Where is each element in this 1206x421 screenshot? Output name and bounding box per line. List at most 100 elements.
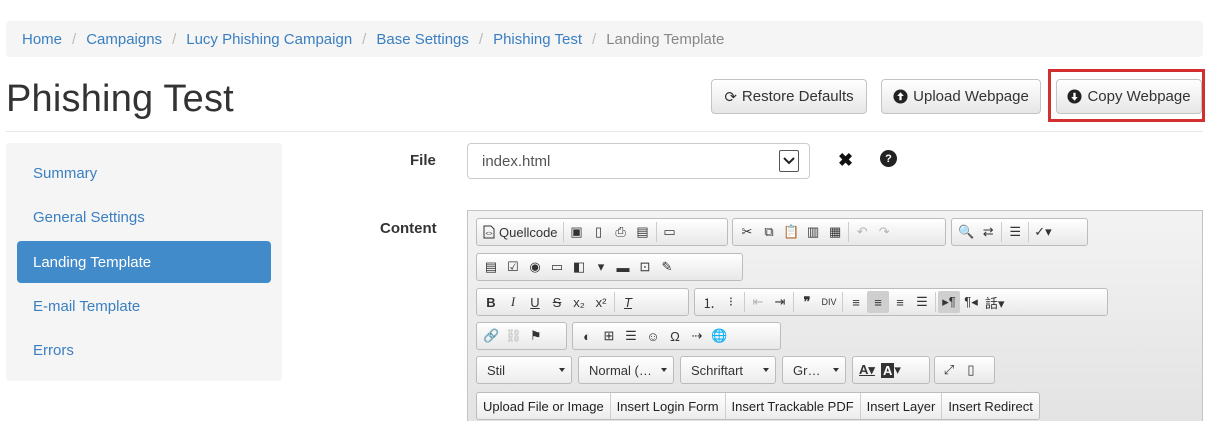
paste-text-icon[interactable]: ▥ [802,221,824,243]
show-blocks-icon[interactable]: ▯ [960,359,982,381]
upload-file-or-image-button[interactable]: Upload File or Image [477,393,611,419]
checkbox-icon[interactable]: ☑ [502,256,524,278]
toolbar-basic-styles-group: B I U S x₂ x² T [476,288,689,316]
form-icon[interactable]: ▤ [480,256,502,278]
restore-defaults-button[interactable]: ⟳ Restore Defaults [711,79,867,114]
link-icon[interactable]: 🔗 [480,325,502,347]
special-char-icon[interactable]: Ω [664,325,686,347]
paste-icon[interactable]: 📋 [780,221,802,243]
blockquote-icon[interactable]: ❞ [796,291,818,313]
radio-icon[interactable]: ◉ [524,256,546,278]
sidebar-item-email-template[interactable]: E-mail Template [17,285,271,327]
unlink-icon[interactable]: ⛓ [502,325,525,347]
size-dropdown-value: Gr… [793,362,821,378]
underline-icon[interactable]: U [524,291,546,313]
templates-icon[interactable]: ▭ [659,221,681,243]
breadcrumb-home[interactable]: Home [22,31,62,48]
close-icon[interactable]: ✖ [838,150,853,171]
table-icon[interactable]: ⊞ [598,325,620,347]
align-right-icon[interactable]: ≡ [889,291,911,313]
div-container-icon[interactable]: DIV [818,291,840,313]
justify-icon[interactable]: ☰ [911,291,933,313]
anchor-flag-icon[interactable]: ⚑ [525,325,547,347]
preview-icon[interactable]: ⎙ [610,221,632,243]
breadcrumb-base-settings[interactable]: Base Settings [376,31,469,48]
textarea-icon[interactable]: ◧ [568,256,590,278]
background-color-icon[interactable]: A ▾ [878,359,904,381]
format-dropdown-value: Normal (… [589,362,652,378]
breadcrumb-lucy-phishing-campaign[interactable]: Lucy Phishing Campaign [186,31,352,48]
page-break-icon[interactable]: ⇢ [686,325,708,347]
hidden-field-icon[interactable]: ✎ [656,256,678,278]
sidebar-item-landing-template[interactable]: Landing Template [17,241,271,283]
increase-indent-icon[interactable]: ⇥ [769,291,791,313]
insert-login-form-button[interactable]: Insert Login Form [611,393,726,419]
copy-icon[interactable]: ⧉ [758,221,780,243]
maximize-icon[interactable]: ⤢ [938,359,960,381]
flash-icon[interactable]: ◐ [576,325,598,347]
paste-word-icon[interactable]: ▦ [824,221,846,243]
source-icon: <> [483,225,495,239]
smiley-icon[interactable]: ☺ [642,325,664,347]
font-dropdown[interactable]: Schriftart [680,356,776,384]
save-icon[interactable]: ▣ [566,221,588,243]
breadcrumb-separator: / [72,30,77,48]
style-dropdown[interactable]: Stil [476,356,572,384]
sidebar-item-summary[interactable]: Summary [17,152,271,194]
spellcheck-icon[interactable]: ✓▾ [1031,221,1054,243]
file-select[interactable]: index.html [467,143,810,179]
upload-icon [893,89,908,104]
title-divider [6,131,1203,132]
source-label: Quellcode [499,224,558,240]
toolbar-document-group: <> Quellcode ▣ ▯ ⎙ ▤ ▭ [476,218,728,246]
image-button-icon[interactable]: ⊡ [634,256,656,278]
sidebar-item-errors[interactable]: Errors [17,329,271,371]
decrease-indent-icon[interactable]: ⇤ [747,291,769,313]
toolbar-find-group: 🔍 ⇄ ☰ ✓▾ [951,218,1088,246]
align-center-icon[interactable]: ≡ [867,291,889,313]
superscript-icon[interactable]: x² [590,291,612,313]
select-field-icon[interactable]: ▾ [590,256,612,278]
help-icon[interactable]: ? [880,150,897,167]
insert-redirect-button[interactable]: Insert Redirect [942,393,1039,419]
button-field-icon[interactable]: ▬ [612,256,634,278]
horizontal-rule-icon[interactable]: ☰ [620,325,642,347]
align-left-icon[interactable]: ≡ [845,291,867,313]
breadcrumb-phishing-test[interactable]: Phishing Test [493,31,582,48]
subscript-icon[interactable]: x₂ [568,291,590,313]
insert-layer-button[interactable]: Insert Layer [861,393,943,419]
print-icon[interactable]: ▤ [632,221,654,243]
language-icon[interactable]: 話▾ [982,291,1008,313]
strikethrough-icon[interactable]: S [546,291,568,313]
find-icon[interactable]: 🔍 [955,221,977,243]
text-field-icon[interactable]: ▭ [546,256,568,278]
source-button[interactable]: <> Quellcode [480,221,561,243]
redo-icon[interactable]: ↷ [873,221,895,243]
breadcrumb-campaigns[interactable]: Campaigns [86,31,162,48]
rtl-icon[interactable]: ¶◂ [960,291,982,313]
remove-format-icon[interactable]: T [617,291,639,313]
cut-icon[interactable]: ✂ [736,221,758,243]
bold-icon[interactable]: B [480,291,502,313]
caret-down-icon [763,368,769,372]
toolbar-separator [562,222,564,242]
upload-webpage-button[interactable]: Upload Webpage [881,79,1041,114]
iframe-icon[interactable]: 🌐 [708,325,730,347]
undo-icon[interactable]: ↶ [851,221,873,243]
toolbar-separator [842,292,843,312]
bulleted-list-icon[interactable]: ⁝ [720,291,742,313]
italic-icon[interactable]: I [502,291,524,313]
page-title: Phishing Test [6,78,234,120]
ltr-icon[interactable]: ▸¶ [938,291,960,313]
sidebar-item-general-settings[interactable]: General Settings [17,196,271,238]
numbered-list-icon[interactable]: ⒈ [698,291,720,313]
text-color-icon[interactable]: A▾ [856,359,878,381]
breadcrumb-current: Landing Template [606,30,725,48]
format-dropdown[interactable]: Normal (… [578,356,674,384]
toolbar-forms-group: ▤ ☑ ◉ ▭ ◧ ▾ ▬ ⊡ ✎ [476,253,743,281]
new-page-icon[interactable]: ▯ [588,221,610,243]
size-dropdown[interactable]: Gr… [782,356,846,384]
select-all-icon[interactable]: ☰ [1004,221,1026,243]
insert-trackable-pdf-button[interactable]: Insert Trackable PDF [726,393,861,419]
replace-icon[interactable]: ⇄ [977,221,999,243]
